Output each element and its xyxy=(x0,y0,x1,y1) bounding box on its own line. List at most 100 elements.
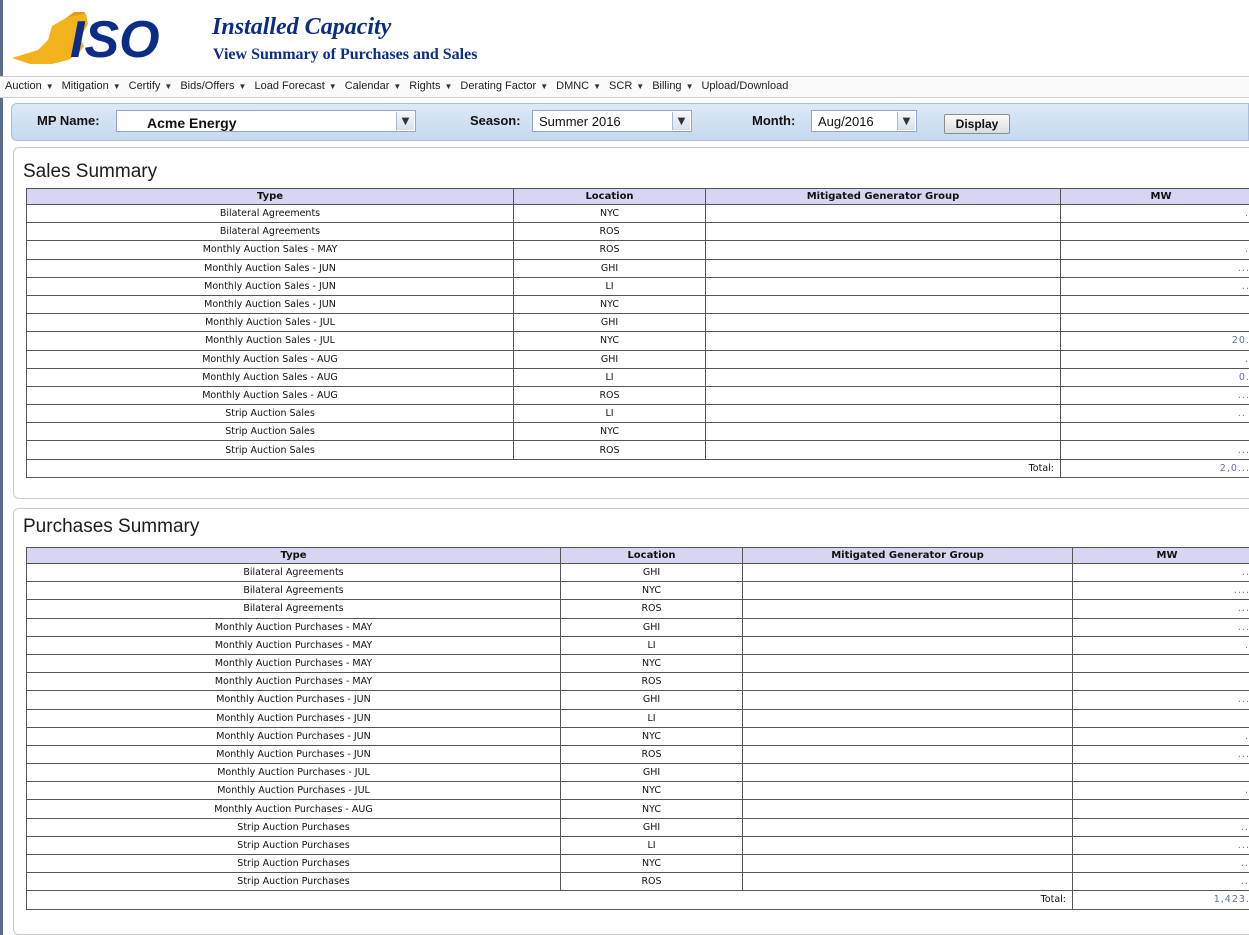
season-select[interactable]: Summer 2016 ▼ xyxy=(532,110,692,132)
mp-name-select[interactable]: Acme Energy ▼ xyxy=(116,110,416,132)
cell-mitigated-group xyxy=(742,581,1073,601)
cell-location: LI xyxy=(513,367,706,387)
cell-type: Strip Auction Sales xyxy=(26,422,514,442)
cell-mitigated-group xyxy=(742,799,1073,819)
col-header-location[interactable]: Location xyxy=(560,547,743,564)
season-label: Season: xyxy=(470,113,521,128)
cell-location: LI xyxy=(513,404,706,424)
caret-down-icon: ▼ xyxy=(393,82,402,91)
total-label: Total: xyxy=(26,458,1061,478)
cell-mw: ..0 xyxy=(1060,276,1249,296)
cell-mitigated-group xyxy=(742,635,1073,655)
menu-item-label: Rights xyxy=(409,80,441,92)
cell-type: Monthly Auction Sales - MAY xyxy=(26,240,514,260)
cell-mitigated-group xyxy=(705,331,1061,351)
logo-text: ISO xyxy=(70,11,160,66)
caret-down-icon: ▼ xyxy=(444,82,453,91)
cell-mitigated-group xyxy=(705,422,1061,442)
cell-location: ROS xyxy=(560,672,743,692)
cell-location: LI xyxy=(560,635,743,655)
col-header-type[interactable]: Type xyxy=(26,188,514,205)
cell-mw: ...0 xyxy=(1060,385,1249,406)
cell-type: Bilateral Agreements xyxy=(26,562,561,583)
cell-type: Monthly Auction Purchases - MAY xyxy=(26,617,561,637)
chevron-down-icon[interactable]: ▼ xyxy=(396,112,414,130)
chevron-down-icon[interactable]: ▼ xyxy=(897,112,915,130)
cell-mitigated-group xyxy=(705,367,1061,387)
cell-mitigated-group xyxy=(705,258,1061,278)
menu-item-calendar[interactable]: Calendar ▼ xyxy=(345,77,402,96)
menu-item-label: Calendar xyxy=(344,80,390,92)
col-header-mw[interactable]: MW xyxy=(1060,188,1249,205)
cell-mw: ... xyxy=(1060,203,1249,224)
cell-mitigated-group xyxy=(705,313,1061,333)
caret-down-icon: ▼ xyxy=(328,82,337,91)
col-header-location[interactable]: Location xyxy=(513,188,706,205)
cell-location: GHI xyxy=(513,258,706,278)
table-row: Bilateral AgreementsROS ...0 xyxy=(26,599,1249,619)
cell-mitigated-group xyxy=(742,781,1073,801)
table-row: Bilateral AgreementsROS. xyxy=(26,222,1249,242)
menu-item-bids-offers[interactable]: Bids/Offers ▼ xyxy=(180,77,246,96)
menu-item-upload-download[interactable]: Upload/Download xyxy=(701,77,788,96)
menu-item-label: Upload/Download xyxy=(701,80,789,92)
display-button[interactable]: Display xyxy=(944,114,1010,134)
cell-mw xyxy=(1060,313,1249,333)
cell-mitigated-group xyxy=(705,240,1061,260)
sales-summary-panel: Sales Summary Type Location Mitigated Ge… xyxy=(13,147,1249,499)
caret-down-icon: ▼ xyxy=(164,82,173,91)
menu-item-mitigation[interactable]: Mitigation ▼ xyxy=(62,77,121,96)
menu-item-billing[interactable]: Billing ▼ xyxy=(652,77,693,96)
menu-item-rights[interactable]: Rights ▼ xyxy=(409,77,452,96)
cell-mitigated-group xyxy=(742,853,1073,874)
cell-mw xyxy=(1072,708,1249,728)
main-menu-bar: Auction ▼ Mitigation ▼ Certify ▼ Bids/Offers ▼ L… xyxy=(0,76,1249,98)
menu-item-certify[interactable]: Certify ▼ xyxy=(129,77,173,96)
cell-location: NYC xyxy=(560,726,743,746)
cell-location: ROS xyxy=(513,240,706,260)
table-row: Monthly Auction Sales - JUNGHI ...0 xyxy=(26,258,1249,278)
cell-location: ROS xyxy=(513,385,706,406)
menu-item-load-forecast[interactable]: Load Forecast ▼ xyxy=(254,77,336,96)
table-row: Monthly Auction Sales - AUGGHI... xyxy=(26,349,1249,369)
table-row: Monthly Auction Purchases - MAYGHI ...0 xyxy=(26,617,1249,637)
month-select[interactable]: Aug/2016 ▼ xyxy=(811,110,917,132)
cell-mitigated-group xyxy=(742,708,1073,728)
cell-mitigated-group xyxy=(742,617,1073,637)
cell-mw: ...0 xyxy=(1060,440,1249,460)
menu-item-derating-factor[interactable]: Derating Factor ▼ xyxy=(460,77,548,96)
menu-item-auction[interactable]: Auction ▼ xyxy=(5,77,54,96)
col-header-mitigated-generator-group[interactable]: Mitigated Generator Group xyxy=(742,547,1073,564)
cell-type: Monthly Auction Purchases - JUN xyxy=(26,744,561,765)
cell-mw: ... xyxy=(1060,240,1249,260)
purchases-summary-panel: Purchases Summary Type Location Mitigate… xyxy=(13,508,1249,935)
menu-item-scr[interactable]: SCR ▼ xyxy=(609,77,644,96)
table-row: Strip Auction PurchasesROS.... xyxy=(26,872,1249,892)
col-header-type[interactable]: Type xyxy=(26,547,561,564)
cell-type: Monthly Auction Sales - AUG xyxy=(26,367,514,387)
total-label: Total: xyxy=(26,890,1073,910)
menu-item-label: SCR xyxy=(609,80,633,92)
col-header-mitigated-generator-group[interactable]: Mitigated Generator Group xyxy=(705,188,1061,205)
cell-mitigated-group xyxy=(742,653,1073,674)
cell-mw: 0 xyxy=(1060,422,1249,442)
cell-location: ROS xyxy=(560,744,743,765)
cell-mitigated-group xyxy=(705,404,1061,424)
cell-mw: ....0 xyxy=(1072,581,1249,601)
table-row: Monthly Auction Purchases - JUNROS ...0 xyxy=(26,744,1249,765)
cell-mw: ... xyxy=(1072,635,1249,655)
chevron-down-icon[interactable]: ▼ xyxy=(672,112,690,130)
month-label: Month: xyxy=(752,113,796,128)
cell-mw: .... xyxy=(1072,853,1249,874)
table-row: Monthly Auction Purchases - JULNYC... xyxy=(26,781,1249,801)
cell-type: Monthly Auction Purchases - JUN xyxy=(26,726,561,746)
menu-item-dmnc[interactable]: DMNC ▼ xyxy=(556,77,601,96)
cell-mw: ...0 xyxy=(1060,258,1249,278)
menu-item-label: Bids/Offers xyxy=(180,80,235,92)
cell-mitigated-group xyxy=(742,726,1073,746)
table-row: Strip Auction SalesNYC 0 xyxy=(26,422,1249,442)
cell-mw: ... xyxy=(1060,349,1249,369)
cell-location: LI xyxy=(560,835,743,856)
col-header-mw[interactable]: MW xyxy=(1072,547,1249,564)
table-row: Monthly Auction Purchases - JULGHI. xyxy=(26,763,1249,783)
